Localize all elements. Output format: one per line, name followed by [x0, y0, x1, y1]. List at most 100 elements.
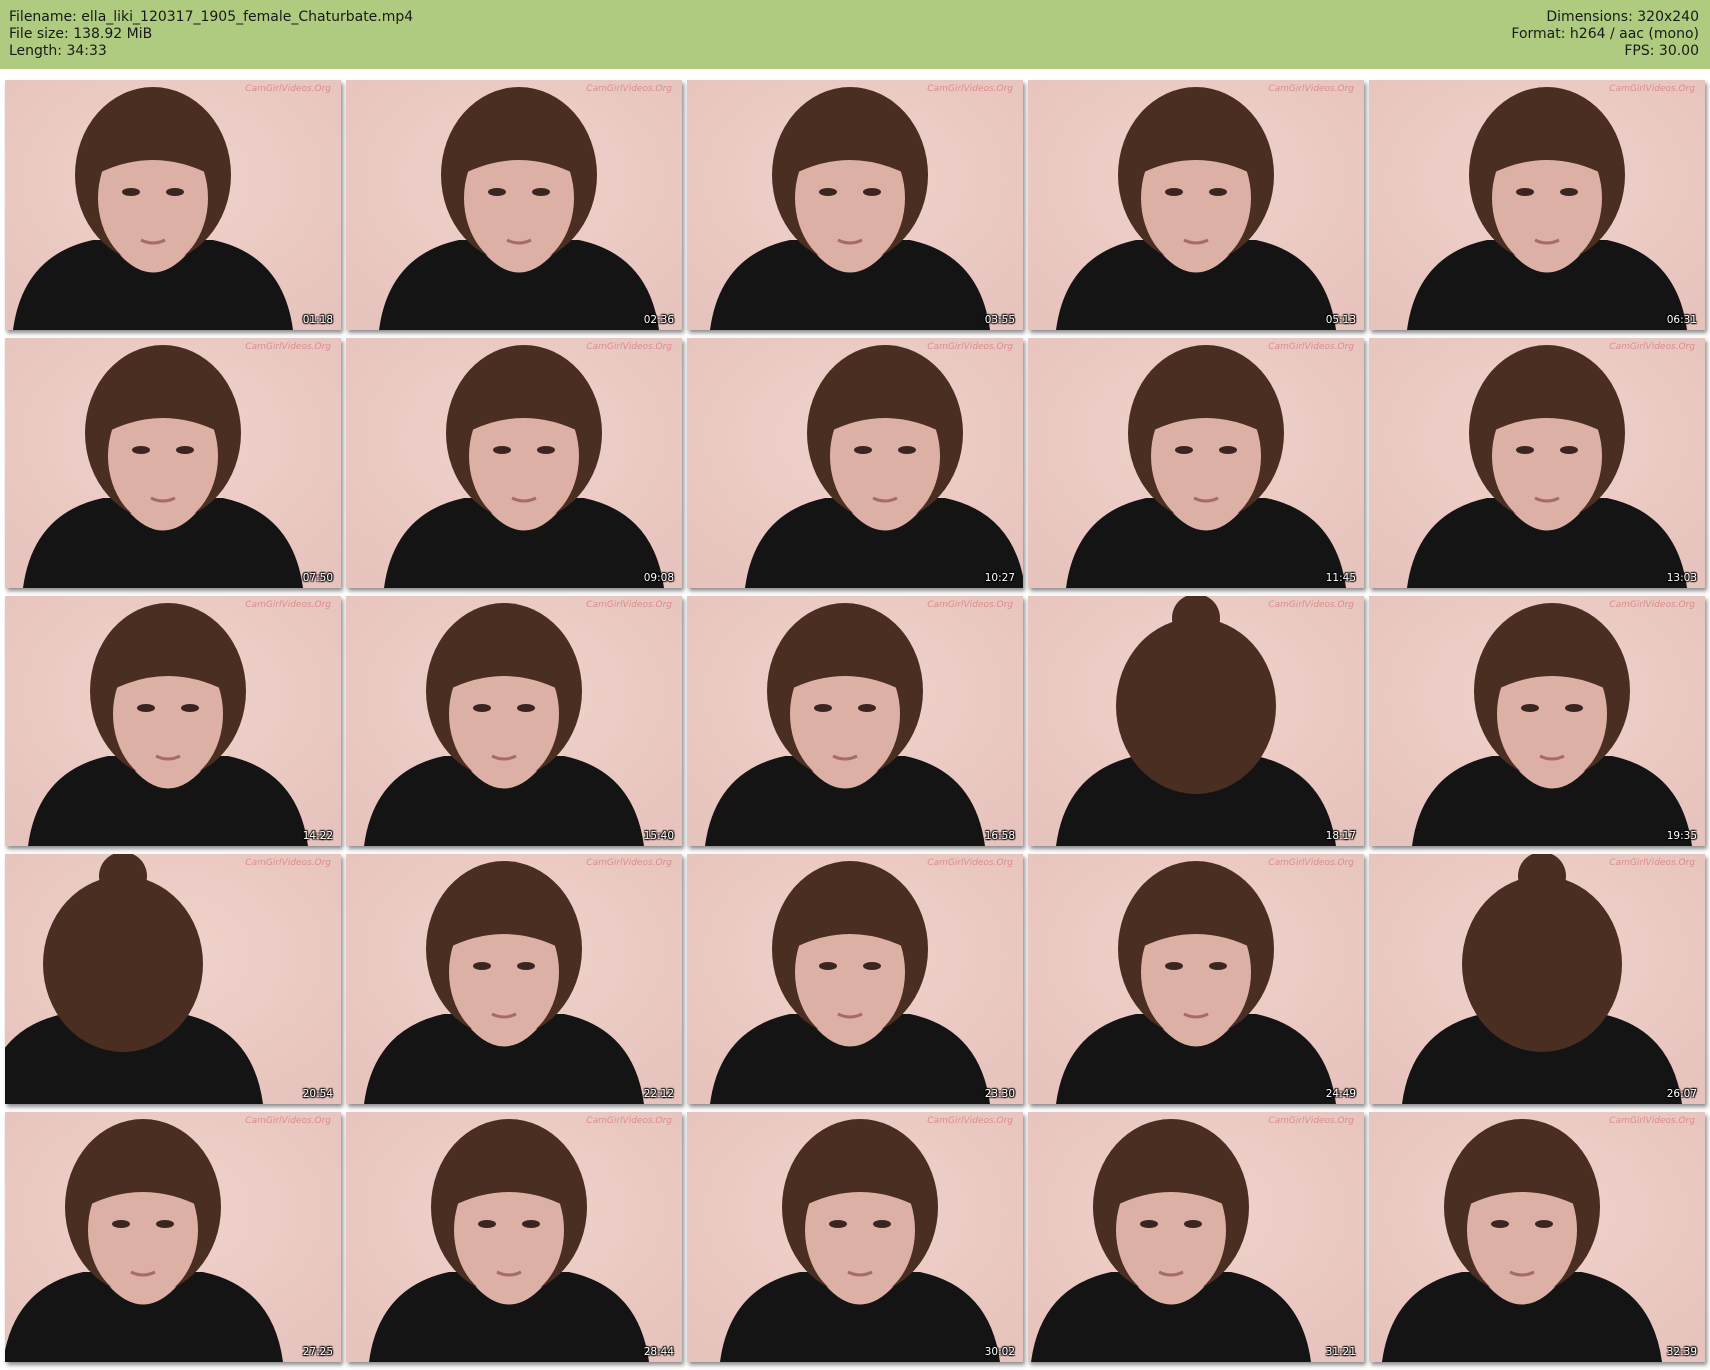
timestamp-label: 14:22: [302, 830, 333, 842]
frame-image: [346, 338, 682, 588]
watermark: CamGirlVideos.Org: [586, 342, 672, 352]
watermark: CamGirlVideos.Org: [586, 600, 672, 610]
timestamp-label: 18:17: [1325, 830, 1356, 842]
watermark: CamGirlVideos.Org: [1268, 858, 1354, 868]
frame-image: [1028, 1112, 1364, 1362]
timestamp-label: 30:02: [984, 1346, 1015, 1358]
frame-image: [1028, 338, 1364, 588]
watermark: CamGirlVideos.Org: [927, 84, 1013, 94]
timestamp-label: 26:07: [1666, 1088, 1697, 1100]
filename-text: Filename: ella_liki_120317_1905_female_C…: [9, 9, 414, 25]
watermark: CamGirlVideos.Org: [586, 84, 672, 94]
video-frame-thumbnail: CamGirlVideos.Org 05:13: [1028, 80, 1364, 330]
timestamp-label: 23:30: [984, 1088, 1015, 1100]
frame-image: [1369, 854, 1705, 1104]
timestamp-label: 11:45: [1325, 572, 1356, 584]
frame-image: [1028, 596, 1364, 846]
video-frame-thumbnail: CamGirlVideos.Org 20:54: [5, 854, 341, 1104]
timestamp-label: 10:27: [984, 572, 1015, 584]
frame-image: [5, 854, 341, 1104]
watermark: CamGirlVideos.Org: [1609, 84, 1695, 94]
video-frame-thumbnail: CamGirlVideos.Org 30:02: [687, 1112, 1023, 1362]
video-frame-thumbnail: CamGirlVideos.Org 18:17: [1028, 596, 1364, 846]
frame-image: [346, 1112, 682, 1362]
watermark: CamGirlVideos.Org: [245, 342, 331, 352]
watermark: CamGirlVideos.Org: [1609, 858, 1695, 868]
timestamp-label: 22:12: [643, 1088, 674, 1100]
frame-image: [687, 1112, 1023, 1362]
info-header: Filename: ella_liki_120317_1905_female_C…: [0, 0, 1710, 69]
video-frame-thumbnail: CamGirlVideos.Org 19:35: [1369, 596, 1705, 846]
watermark: CamGirlVideos.Org: [1268, 342, 1354, 352]
frame-image: [687, 596, 1023, 846]
timestamp-label: 07:50: [302, 572, 333, 584]
frame-image: [1369, 80, 1705, 330]
frame-image: [346, 596, 682, 846]
watermark: CamGirlVideos.Org: [1268, 600, 1354, 610]
thumbnail-grid: CamGirlVideos.Org 01:18 CamGirlVideos.Org 0…: [5, 80, 1705, 1365]
watermark: CamGirlVideos.Org: [245, 1116, 331, 1126]
watermark: CamGirlVideos.Org: [1268, 1116, 1354, 1126]
timestamp-label: 20:54: [302, 1088, 333, 1100]
video-frame-thumbnail: CamGirlVideos.Org 03:55: [687, 80, 1023, 330]
filesize-text: File size: 138.92 MiB: [9, 26, 153, 42]
video-frame-thumbnail: CamGirlVideos.Org 09:08: [346, 338, 682, 588]
frame-image: [1369, 596, 1705, 846]
video-frame-thumbnail: CamGirlVideos.Org 02:36: [346, 80, 682, 330]
frame-image: [5, 80, 341, 330]
video-frame-thumbnail: CamGirlVideos.Org 27:25: [5, 1112, 341, 1362]
video-frame-thumbnail: CamGirlVideos.Org 32:39: [1369, 1112, 1705, 1362]
frame-image: [687, 338, 1023, 588]
frame-image: [1028, 854, 1364, 1104]
video-frame-thumbnail: CamGirlVideos.Org 15:40: [346, 596, 682, 846]
timestamp-label: 05:13: [1325, 314, 1356, 326]
watermark: CamGirlVideos.Org: [927, 858, 1013, 868]
watermark: CamGirlVideos.Org: [1609, 600, 1695, 610]
watermark: CamGirlVideos.Org: [1268, 84, 1354, 94]
video-frame-thumbnail: CamGirlVideos.Org 07:50: [5, 338, 341, 588]
watermark: CamGirlVideos.Org: [927, 342, 1013, 352]
video-frame-thumbnail: CamGirlVideos.Org 11:45: [1028, 338, 1364, 588]
video-frame-thumbnail: CamGirlVideos.Org 26:07: [1369, 854, 1705, 1104]
watermark: CamGirlVideos.Org: [586, 1116, 672, 1126]
frame-image: [687, 80, 1023, 330]
watermark: CamGirlVideos.Org: [245, 84, 331, 94]
timestamp-label: 03:55: [984, 314, 1015, 326]
video-frame-thumbnail: CamGirlVideos.Org 13:03: [1369, 338, 1705, 588]
video-frame-thumbnail: CamGirlVideos.Org 06:31: [1369, 80, 1705, 330]
video-frame-thumbnail: CamGirlVideos.Org 24:49: [1028, 854, 1364, 1104]
frame-image: [687, 854, 1023, 1104]
frame-image: [346, 854, 682, 1104]
stream-info: Dimensions: 320x240 Format: h264 / aac (…: [1511, 9, 1699, 60]
video-frame-thumbnail: CamGirlVideos.Org 10:27: [687, 338, 1023, 588]
timestamp-label: 19:35: [1666, 830, 1697, 842]
frame-image: [5, 338, 341, 588]
timestamp-label: 09:08: [643, 572, 674, 584]
frame-image: [1369, 338, 1705, 588]
timestamp-label: 24:49: [1325, 1088, 1356, 1100]
frame-image: [1028, 80, 1364, 330]
frame-image: [346, 80, 682, 330]
watermark: CamGirlVideos.Org: [245, 858, 331, 868]
video-frame-thumbnail: CamGirlVideos.Org 22:12: [346, 854, 682, 1104]
timestamp-label: 27:25: [302, 1346, 333, 1358]
timestamp-label: 15:40: [643, 830, 674, 842]
watermark: CamGirlVideos.Org: [1609, 342, 1695, 352]
watermark: CamGirlVideos.Org: [927, 1116, 1013, 1126]
timestamp-label: 01:18: [302, 314, 333, 326]
dimensions-text: Dimensions: 320x240: [1546, 9, 1699, 25]
frame-image: [1369, 1112, 1705, 1362]
watermark: CamGirlVideos.Org: [245, 600, 331, 610]
fps-text: FPS: 30.00: [1624, 43, 1699, 59]
watermark: CamGirlVideos.Org: [927, 600, 1013, 610]
watermark: CamGirlVideos.Org: [1609, 1116, 1695, 1126]
file-info: Filename: ella_liki_120317_1905_female_C…: [9, 9, 413, 60]
timestamp-label: 06:31: [1666, 314, 1697, 326]
timestamp-label: 28:44: [643, 1346, 674, 1358]
video-frame-thumbnail: CamGirlVideos.Org 14:22: [5, 596, 341, 846]
timestamp-label: 02:36: [643, 314, 674, 326]
timestamp-label: 31:21: [1325, 1346, 1356, 1358]
video-frame-thumbnail: CamGirlVideos.Org 23:30: [687, 854, 1023, 1104]
timestamp-label: 32:39: [1666, 1346, 1697, 1358]
length-text: Length: 34:33: [9, 43, 107, 59]
